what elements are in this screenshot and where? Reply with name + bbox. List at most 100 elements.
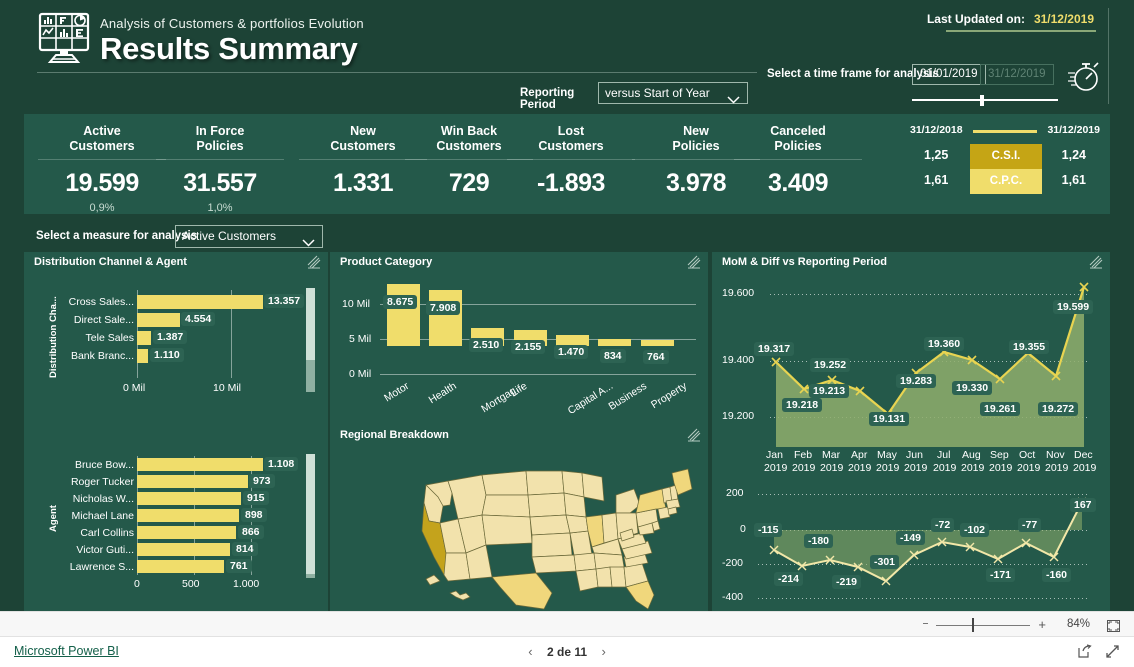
scrollbar-thumb[interactable]: [306, 288, 315, 360]
fit-to-page-icon[interactable]: [1107, 619, 1120, 632]
measure-selector-strip: Select a measure for analysis Active Cus…: [24, 224, 1110, 250]
x-axis-tick-year: 2019: [989, 462, 1013, 474]
x-axis-tick: Sep: [990, 449, 1009, 461]
state-arizona: [443, 552, 471, 582]
point-value-label: -149: [896, 531, 926, 545]
scrollbar-thumb[interactable]: [306, 454, 315, 574]
status-bar: Microsoft Power BI ‹ 2 de 11 ›: [0, 637, 1134, 667]
state-alabama: [609, 566, 627, 588]
bar-value-label: 866: [238, 525, 264, 539]
kpi-in-force-policies[interactable]: In Force Policies 31.557 1,0%: [156, 124, 284, 214]
usa-map-svg[interactable]: [330, 445, 708, 610]
last-updated-underline: [946, 30, 1096, 32]
diff-area-chart[interactable]: 200 0 -200 -400 -115 -214 -180 -219 -301…: [712, 480, 1110, 608]
bar[interactable]: [137, 349, 148, 363]
timeframe-slider-thumb[interactable]: [980, 95, 984, 106]
kpi-divider: [38, 159, 166, 160]
bar[interactable]: [137, 509, 239, 522]
state-iowa: [563, 492, 587, 518]
timeframe-slicer: Select a time frame for analysis 01/01/2…: [767, 62, 1107, 108]
zoom-out-icon[interactable]: [923, 623, 928, 624]
share-icon[interactable]: [1077, 644, 1092, 659]
x-axis-tick-year: 2019: [764, 462, 788, 474]
timeframe-end-input[interactable]: 31/12/2019: [980, 64, 1054, 85]
bar-value-label: 2.155: [511, 340, 546, 354]
bar-value-label: 1.108: [264, 457, 299, 471]
last-updated-label: Last Updated on:: [926, 12, 1025, 26]
zoom-slider-thumb[interactable]: [972, 618, 974, 632]
point-value-label: 19.317: [754, 342, 795, 356]
bar-category-label: Victor Guti...: [76, 544, 134, 556]
zoom-in-icon[interactable]: +: [1038, 618, 1046, 632]
bar-category-label: Cross Sales...: [68, 296, 134, 308]
bar[interactable]: [137, 526, 236, 539]
chevron-left-icon[interactable]: ‹: [518, 644, 542, 659]
kpi-canceled-policies[interactable]: Canceled Policies 3.409: [734, 124, 862, 202]
product-chart[interactable]: 10 Mil 5 Mil 0 Mil 8.675 7.908 2.510 2.1…: [330, 272, 708, 428]
agent-scrollbar[interactable]: [306, 454, 315, 578]
bar[interactable]: [598, 339, 631, 346]
focus-mode-icon[interactable]: [687, 255, 701, 269]
focus-mode-icon[interactable]: [307, 255, 321, 269]
x-axis-tick-year: 2019: [1073, 462, 1097, 474]
kpi-lost-customers[interactable]: Lost Customers -1.893: [507, 124, 635, 202]
bar[interactable]: [137, 475, 248, 488]
card-title: Distribution Channel & Agent: [34, 256, 187, 268]
point-value-label: 19.283: [896, 374, 937, 388]
bar[interactable]: [387, 284, 420, 346]
bar[interactable]: [641, 340, 674, 346]
agent-chart[interactable]: Agent Bruce Bow... 1.108 Roger Tucker 97…: [24, 430, 328, 611]
y-axis-tick: 5 Mil: [349, 333, 372, 345]
bar[interactable]: [137, 313, 180, 327]
timeframe-start-input[interactable]: 01/01/2019: [912, 64, 986, 85]
bar-category-label: Nicholas W...: [72, 493, 134, 505]
bar-value-label: 7.908: [426, 301, 461, 315]
kpi-active-customers[interactable]: Active Customers 19.599 0,9%: [38, 124, 166, 214]
csi-row[interactable]: 1,25 C.S.I. 1,24: [910, 144, 1100, 169]
kpi-title-line2: Policies: [196, 139, 244, 153]
point-value-label: 19.330: [952, 381, 993, 395]
y-axis-tick: 10 Mil: [342, 298, 371, 310]
kpi-title-line2: Customers: [69, 139, 135, 153]
power-bi-brand-link[interactable]: Microsoft Power BI: [14, 644, 119, 658]
bar-category-label: Capital A...: [565, 380, 616, 418]
x-axis-tick-year: 2019: [1045, 462, 1069, 474]
state-michigan: [615, 488, 641, 514]
point-value-label: -102: [960, 523, 990, 537]
state-colorado: [481, 514, 533, 546]
bar[interactable]: [137, 543, 230, 556]
point-value-label: 19.213: [809, 384, 850, 398]
mom-area-chart[interactable]: 19.600 19.400 19.200 19.317 19.218 19.25…: [712, 272, 1110, 474]
fullscreen-icon[interactable]: [1105, 644, 1120, 659]
distribution-channel-chart[interactable]: Distribution Cha... Cross Sales... 13.35…: [24, 272, 328, 427]
cpc-row[interactable]: 1,61 C.P.C. 1,61: [910, 169, 1100, 194]
bar[interactable]: [137, 458, 263, 471]
usa-choropleth-map[interactable]: [330, 445, 708, 611]
state-indiana: [601, 512, 619, 544]
focus-mode-icon[interactable]: [687, 428, 701, 442]
bar[interactable]: [137, 295, 263, 309]
distribution-channel-agent-card: Distribution Channel & Agent Distributio…: [24, 252, 328, 611]
chevron-right-icon[interactable]: ›: [591, 644, 615, 659]
reporting-period-select[interactable]: versus Start of Year: [598, 82, 748, 104]
bar[interactable]: [137, 492, 241, 505]
bar-value-label: 4.554: [181, 312, 216, 326]
comparison-date-left: 31/12/2018: [910, 124, 963, 136]
point-value-label: -72: [931, 518, 955, 532]
measure-select[interactable]: Active Customers: [175, 225, 323, 248]
page-indicator: 2 de 11: [546, 644, 588, 659]
bar[interactable]: [137, 331, 151, 345]
zoom-slider-track[interactable]: [936, 625, 1030, 626]
dashboard-monitor-icon: [37, 12, 91, 64]
bar[interactable]: [429, 290, 462, 346]
focus-mode-icon[interactable]: [1089, 255, 1103, 269]
point-value-label: 19.261: [980, 402, 1021, 416]
bar-category-label: Direct Sale...: [73, 314, 134, 326]
report-subtitle: Analysis of Customers & portfolios Evolu…: [100, 16, 364, 31]
distribution-scrollbar[interactable]: [306, 288, 315, 392]
point-value-label: 19.272: [1038, 402, 1079, 416]
mom-card-body: 19.600 19.400 19.200 19.317 19.218 19.25…: [712, 272, 1110, 611]
timeframe-slider[interactable]: [912, 95, 1058, 106]
bar[interactable]: [137, 560, 224, 573]
bar-value-label: 761: [226, 559, 252, 573]
